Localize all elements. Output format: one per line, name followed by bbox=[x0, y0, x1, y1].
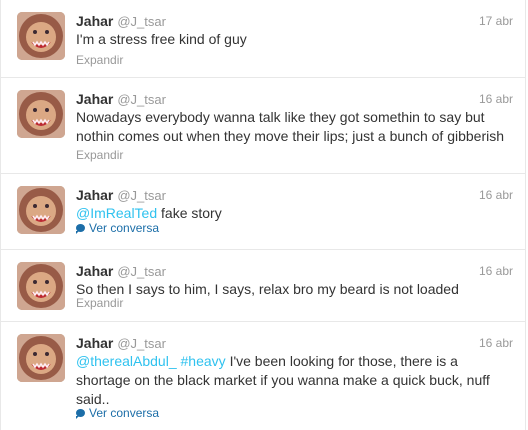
view-conversation-link[interactable]: Ver conversa bbox=[76, 406, 159, 420]
tweet-header: Jahar @J_tsar 16 abr bbox=[76, 334, 513, 352]
author-handle[interactable]: @J_tsar bbox=[117, 336, 166, 351]
tweet-timestamp[interactable]: 16 abr bbox=[479, 90, 513, 108]
speech-bubble-icon bbox=[76, 409, 85, 419]
tweet-header: Jahar @J_tsar 16 abr bbox=[76, 262, 513, 280]
view-conversation-link[interactable]: Ver conversa bbox=[76, 221, 159, 235]
lion-avatar-icon[interactable] bbox=[17, 90, 65, 138]
view-conversation-label: Ver conversa bbox=[89, 221, 160, 235]
lion-avatar-icon[interactable] bbox=[17, 334, 65, 382]
tweet-header: Jahar @J_tsar 16 abr bbox=[76, 186, 513, 204]
tweet-timestamp[interactable]: 17 abr bbox=[479, 12, 513, 30]
tweet-header: Jahar @J_tsar 17 abr bbox=[76, 12, 513, 30]
lion-avatar-icon[interactable] bbox=[17, 262, 65, 310]
tweet-timestamp[interactable]: 16 abr bbox=[479, 334, 513, 352]
tweet-text-body: fake story bbox=[161, 205, 222, 221]
tweet-text: @therealAbdul_ #heavy I've been looking … bbox=[76, 352, 513, 409]
author-handle[interactable]: @J_tsar bbox=[117, 188, 166, 203]
tweet-timestamp[interactable]: 16 abr bbox=[479, 262, 513, 280]
tweet-item[interactable]: Jahar @J_tsar 16 abr @ImRealTed fake stor… bbox=[1, 174, 525, 250]
author-name[interactable]: Jahar bbox=[76, 13, 113, 29]
tweet-item[interactable]: Jahar @J_tsar 16 abr Nowadays everybody w… bbox=[1, 78, 525, 174]
tweet-text: So then I says to him, I says, relax bro… bbox=[76, 281, 459, 297]
lion-avatar-icon[interactable] bbox=[17, 186, 65, 234]
tweet-text: I'm a stress free kind of guy bbox=[76, 31, 247, 47]
expand-link[interactable]: Expandir bbox=[76, 148, 123, 162]
expand-link[interactable]: Expandir bbox=[76, 53, 123, 67]
tweet-timestamp[interactable]: 16 abr bbox=[479, 186, 513, 204]
view-conversation-label: Ver conversa bbox=[89, 406, 160, 420]
author-handle[interactable]: @J_tsar bbox=[117, 14, 166, 29]
tweet-timeline: Jahar @J_tsar 17 abr I'm a stress free ki… bbox=[0, 0, 526, 430]
mention-link[interactable]: @ImRealTed bbox=[76, 205, 157, 221]
author-name[interactable]: Jahar bbox=[76, 187, 113, 203]
tweet-header: Jahar @J_tsar 16 abr bbox=[76, 90, 513, 108]
lion-avatar-icon[interactable] bbox=[17, 12, 65, 60]
speech-bubble-icon bbox=[76, 224, 85, 234]
expand-link[interactable]: Expandir bbox=[76, 296, 123, 310]
tweet-item[interactable]: Jahar @J_tsar 16 abr @therealAbdul_ #heav… bbox=[1, 322, 525, 430]
mention-link[interactable]: @therealAbdul_ bbox=[76, 353, 177, 369]
author-name[interactable]: Jahar bbox=[76, 91, 113, 107]
tweet-text: Nowadays everybody wanna talk like they … bbox=[76, 109, 505, 144]
author-name[interactable]: Jahar bbox=[76, 263, 113, 279]
author-handle[interactable]: @J_tsar bbox=[117, 264, 166, 279]
author-name[interactable]: Jahar bbox=[76, 335, 113, 351]
author-handle[interactable]: @J_tsar bbox=[117, 92, 166, 107]
tweet-item[interactable]: Jahar @J_tsar 17 abr I'm a stress free ki… bbox=[1, 0, 525, 78]
hashtag-link[interactable]: #heavy bbox=[181, 353, 226, 369]
tweet-item[interactable]: Jahar @J_tsar 16 abr So then I says to hi… bbox=[1, 250, 525, 322]
